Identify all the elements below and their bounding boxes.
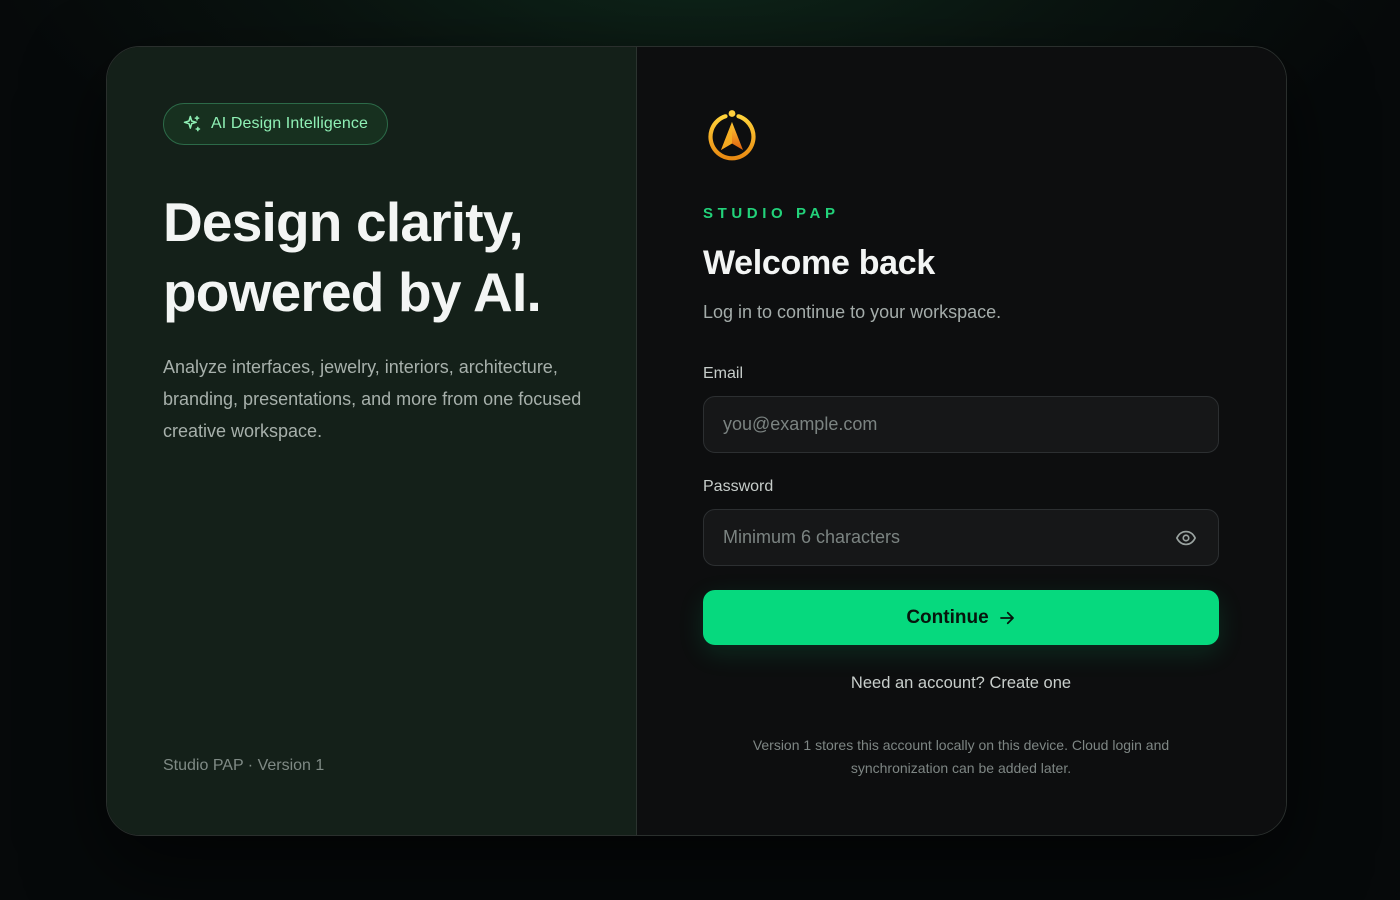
continue-label: Continue	[906, 606, 989, 628]
arrow-right-icon	[998, 609, 1016, 627]
hero-panel: AI Design Intelligence Design clarity, p…	[107, 47, 637, 835]
version-footer: Studio PAP · Version 1	[163, 757, 325, 774]
hero-headline: Design clarity, powered by AI.	[163, 187, 603, 327]
version-note: Version 1 stores this account locally on…	[752, 737, 1170, 776]
email-field[interactable]	[703, 396, 1219, 453]
ai-badge: AI Design Intelligence	[163, 103, 388, 145]
password-label: Password	[703, 478, 774, 495]
welcome-subtitle: Log in to continue to your workspace.	[703, 302, 1002, 322]
password-field[interactable]	[703, 509, 1219, 566]
welcome-title: Welcome back	[703, 244, 935, 282]
continue-button[interactable]: Continue	[703, 590, 1219, 645]
sparkle-icon	[182, 114, 202, 134]
login-panel: STUDIO PAP Welcome back Log in to contin…	[637, 47, 1286, 835]
email-label: Email	[703, 365, 744, 382]
login-card: AI Design Intelligence Design clarity, p…	[106, 46, 1287, 836]
compass-logo-icon	[703, 107, 761, 165]
eye-icon[interactable]	[1175, 527, 1197, 549]
create-account-link[interactable]: Need an account? Create one	[703, 674, 1219, 693]
badge-label: AI Design Intelligence	[211, 115, 368, 132]
brand-label: STUDIO PAP	[703, 205, 840, 222]
hero-description: Analyze interfaces, jewelry, interiors, …	[163, 357, 582, 441]
headline-line-1: Design clarity,	[163, 191, 524, 253]
headline-line-2: powered by AI.	[163, 261, 542, 323]
